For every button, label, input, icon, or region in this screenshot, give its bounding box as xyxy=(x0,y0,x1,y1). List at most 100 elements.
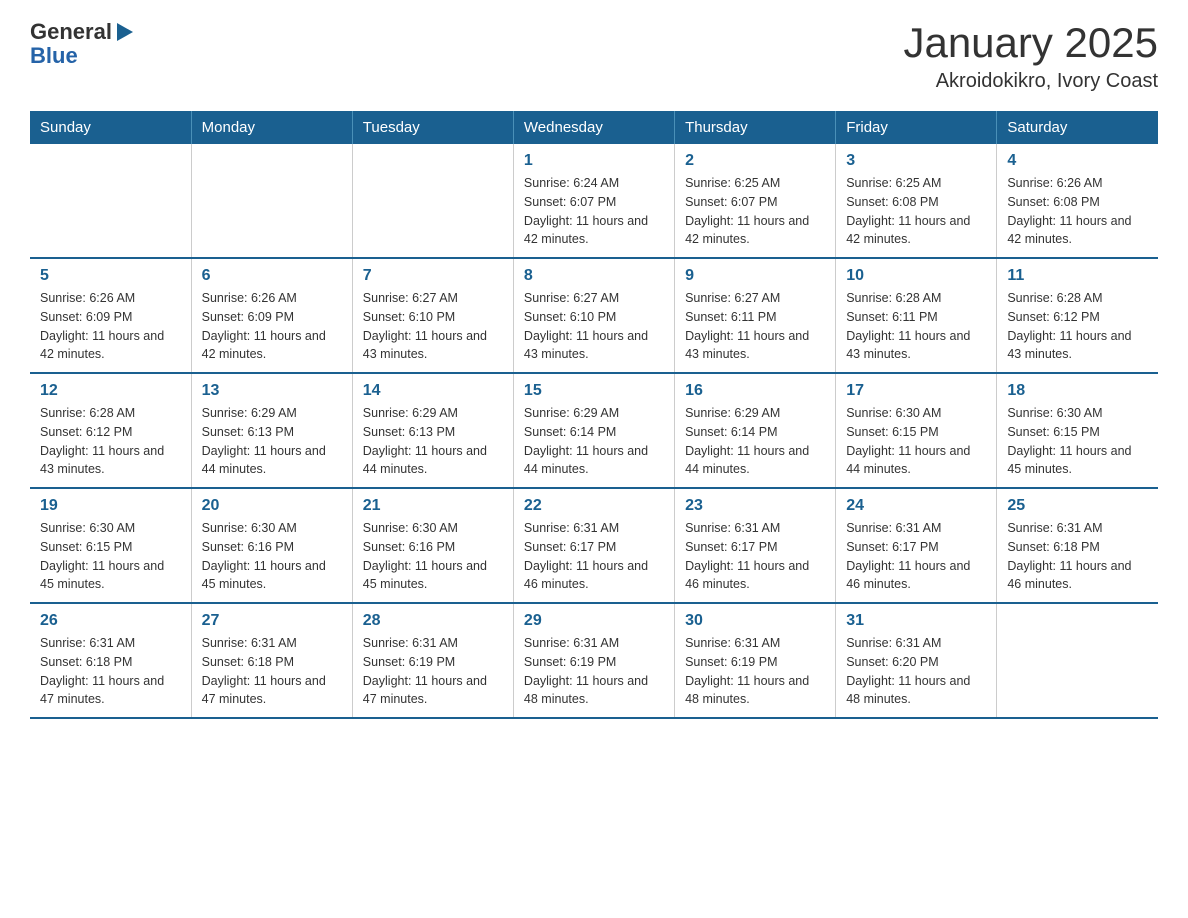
calendar-cell xyxy=(997,603,1158,718)
day-info: Sunrise: 6:30 AMSunset: 6:16 PMDaylight:… xyxy=(202,519,342,594)
day-info: Sunrise: 6:29 AMSunset: 6:14 PMDaylight:… xyxy=(685,404,825,479)
day-number: 27 xyxy=(202,612,342,630)
day-number: 11 xyxy=(1007,267,1148,285)
day-number: 31 xyxy=(846,612,986,630)
day-number: 3 xyxy=(846,152,986,170)
day-number: 24 xyxy=(846,497,986,515)
calendar-cell: 28Sunrise: 6:31 AMSunset: 6:19 PMDayligh… xyxy=(352,603,513,718)
calendar-cell: 20 Sunrise: 6:30 AMSunset: 6:16 PMDayligh… xyxy=(191,488,352,603)
day-number: 23 xyxy=(685,497,825,515)
calendar-cell: 16 Sunrise: 6:29 AMSunset: 6:14 PMDayligh… xyxy=(675,373,836,488)
logo-blue-text: Blue xyxy=(30,44,135,68)
calendar-cell: 19Sunrise: 6:30 AMSunset: 6:15 PMDayligh… xyxy=(30,488,191,603)
calendar-week-row: 5 Sunrise: 6:26 AMSunset: 6:09 PMDaylight… xyxy=(30,258,1158,373)
calendar-cell: 31 Sunrise: 6:31 AMSunset: 6:20 PMDayligh… xyxy=(836,603,997,718)
calendar-cell: 10Sunrise: 6:28 AMSunset: 6:11 PMDayligh… xyxy=(836,258,997,373)
calendar-cell: 8Sunrise: 6:27 AMSunset: 6:10 PMDaylight… xyxy=(513,258,674,373)
day-number: 1 xyxy=(524,152,664,170)
calendar-cell: 9 Sunrise: 6:27 AMSunset: 6:11 PMDaylight… xyxy=(675,258,836,373)
day-number: 17 xyxy=(846,382,986,400)
day-info: Sunrise: 6:29 AMSunset: 6:13 PMDaylight:… xyxy=(202,404,342,479)
day-info: Sunrise: 6:29 AMSunset: 6:13 PMDaylight:… xyxy=(363,404,503,479)
day-number: 15 xyxy=(524,382,664,400)
day-info: Sunrise: 6:26 AMSunset: 6:09 PMDaylight:… xyxy=(40,289,181,364)
calendar-cell: 30 Sunrise: 6:31 AMSunset: 6:19 PMDayligh… xyxy=(675,603,836,718)
day-info: Sunrise: 6:29 AMSunset: 6:14 PMDaylight:… xyxy=(524,404,664,479)
logo-general-text: General xyxy=(30,20,112,44)
day-info: Sunrise: 6:27 AMSunset: 6:11 PMDaylight:… xyxy=(685,289,825,364)
day-info: Sunrise: 6:31 AMSunset: 6:20 PMDaylight:… xyxy=(846,634,986,709)
calendar-cell: 6 Sunrise: 6:26 AMSunset: 6:09 PMDaylight… xyxy=(191,258,352,373)
calendar-cell: 21Sunrise: 6:30 AMSunset: 6:16 PMDayligh… xyxy=(352,488,513,603)
day-number: 16 xyxy=(685,382,825,400)
calendar-cell: 4Sunrise: 6:26 AMSunset: 6:08 PMDaylight… xyxy=(997,144,1158,258)
calendar-header-row: Sunday Monday Tuesday Wednesday Thursday… xyxy=(30,111,1158,144)
col-friday: Friday xyxy=(836,111,997,144)
day-info: Sunrise: 6:30 AMSunset: 6:15 PMDaylight:… xyxy=(1007,404,1148,479)
col-sunday: Sunday xyxy=(30,111,191,144)
day-number: 6 xyxy=(202,267,342,285)
logo-triangle-icon xyxy=(115,21,135,43)
day-number: 5 xyxy=(40,267,181,285)
day-number: 9 xyxy=(685,267,825,285)
day-number: 12 xyxy=(40,382,181,400)
calendar-table: Sunday Monday Tuesday Wednesday Thursday… xyxy=(30,111,1158,719)
day-number: 14 xyxy=(363,382,503,400)
calendar-week-row: 26 Sunrise: 6:31 AMSunset: 6:18 PMDayligh… xyxy=(30,603,1158,718)
day-number: 18 xyxy=(1007,382,1148,400)
page-subtitle: Akroidokikro, Ivory Coast xyxy=(903,70,1158,93)
day-number: 2 xyxy=(685,152,825,170)
calendar-cell: 7 Sunrise: 6:27 AMSunset: 6:10 PMDaylight… xyxy=(352,258,513,373)
calendar-cell xyxy=(191,144,352,258)
day-number: 29 xyxy=(524,612,664,630)
calendar-week-row: 19Sunrise: 6:30 AMSunset: 6:15 PMDayligh… xyxy=(30,488,1158,603)
day-number: 22 xyxy=(524,497,664,515)
day-info: Sunrise: 6:28 AMSunset: 6:12 PMDaylight:… xyxy=(1007,289,1148,364)
day-info: Sunrise: 6:31 AMSunset: 6:17 PMDaylight:… xyxy=(846,519,986,594)
day-number: 28 xyxy=(363,612,503,630)
calendar-cell: 27 Sunrise: 6:31 AMSunset: 6:18 PMDayligh… xyxy=(191,603,352,718)
day-info: Sunrise: 6:31 AMSunset: 6:17 PMDaylight:… xyxy=(685,519,825,594)
day-info: Sunrise: 6:31 AMSunset: 6:19 PMDaylight:… xyxy=(685,634,825,709)
col-tuesday: Tuesday xyxy=(352,111,513,144)
page-header: General Blue January 2025 Akroidokikro, … xyxy=(30,20,1158,93)
day-number: 20 xyxy=(202,497,342,515)
day-info: Sunrise: 6:31 AMSunset: 6:18 PMDaylight:… xyxy=(202,634,342,709)
col-saturday: Saturday xyxy=(997,111,1158,144)
day-info: Sunrise: 6:25 AMSunset: 6:08 PMDaylight:… xyxy=(846,174,986,249)
calendar-cell: 5 Sunrise: 6:26 AMSunset: 6:09 PMDaylight… xyxy=(30,258,191,373)
day-number: 21 xyxy=(363,497,503,515)
calendar-cell: 11 Sunrise: 6:28 AMSunset: 6:12 PMDayligh… xyxy=(997,258,1158,373)
day-number: 4 xyxy=(1007,152,1148,170)
day-info: Sunrise: 6:31 AMSunset: 6:18 PMDaylight:… xyxy=(40,634,181,709)
col-thursday: Thursday xyxy=(675,111,836,144)
calendar-cell: 13 Sunrise: 6:29 AMSunset: 6:13 PMDayligh… xyxy=(191,373,352,488)
day-number: 13 xyxy=(202,382,342,400)
calendar-cell: 15 Sunrise: 6:29 AMSunset: 6:14 PMDayligh… xyxy=(513,373,674,488)
col-wednesday: Wednesday xyxy=(513,111,674,144)
day-info: Sunrise: 6:31 AMSunset: 6:19 PMDaylight:… xyxy=(524,634,664,709)
calendar-cell: 17 Sunrise: 6:30 AMSunset: 6:15 PMDayligh… xyxy=(836,373,997,488)
day-info: Sunrise: 6:26 AMSunset: 6:09 PMDaylight:… xyxy=(202,289,342,364)
page-title: January 2025 xyxy=(903,20,1158,66)
day-number: 7 xyxy=(363,267,503,285)
day-info: Sunrise: 6:31 AMSunset: 6:17 PMDaylight:… xyxy=(524,519,664,594)
day-info: Sunrise: 6:30 AMSunset: 6:15 PMDaylight:… xyxy=(846,404,986,479)
col-monday: Monday xyxy=(191,111,352,144)
calendar-cell: 3 Sunrise: 6:25 AMSunset: 6:08 PMDaylight… xyxy=(836,144,997,258)
day-info: Sunrise: 6:27 AMSunset: 6:10 PMDaylight:… xyxy=(363,289,503,364)
day-info: Sunrise: 6:24 AMSunset: 6:07 PMDaylight:… xyxy=(524,174,664,249)
calendar-cell: 25Sunrise: 6:31 AMSunset: 6:18 PMDayligh… xyxy=(997,488,1158,603)
calendar-cell: 1 Sunrise: 6:24 AMSunset: 6:07 PMDaylight… xyxy=(513,144,674,258)
day-info: Sunrise: 6:28 AMSunset: 6:11 PMDaylight:… xyxy=(846,289,986,364)
calendar-cell: 23 Sunrise: 6:31 AMSunset: 6:17 PMDayligh… xyxy=(675,488,836,603)
calendar-week-row: 12Sunrise: 6:28 AMSunset: 6:12 PMDayligh… xyxy=(30,373,1158,488)
calendar-cell xyxy=(30,144,191,258)
calendar-cell: 18 Sunrise: 6:30 AMSunset: 6:15 PMDayligh… xyxy=(997,373,1158,488)
calendar-cell: 29 Sunrise: 6:31 AMSunset: 6:19 PMDayligh… xyxy=(513,603,674,718)
day-number: 30 xyxy=(685,612,825,630)
day-info: Sunrise: 6:27 AMSunset: 6:10 PMDaylight:… xyxy=(524,289,664,364)
calendar-cell: 24 Sunrise: 6:31 AMSunset: 6:17 PMDayligh… xyxy=(836,488,997,603)
day-number: 26 xyxy=(40,612,181,630)
calendar-cell: 2Sunrise: 6:25 AMSunset: 6:07 PMDaylight… xyxy=(675,144,836,258)
